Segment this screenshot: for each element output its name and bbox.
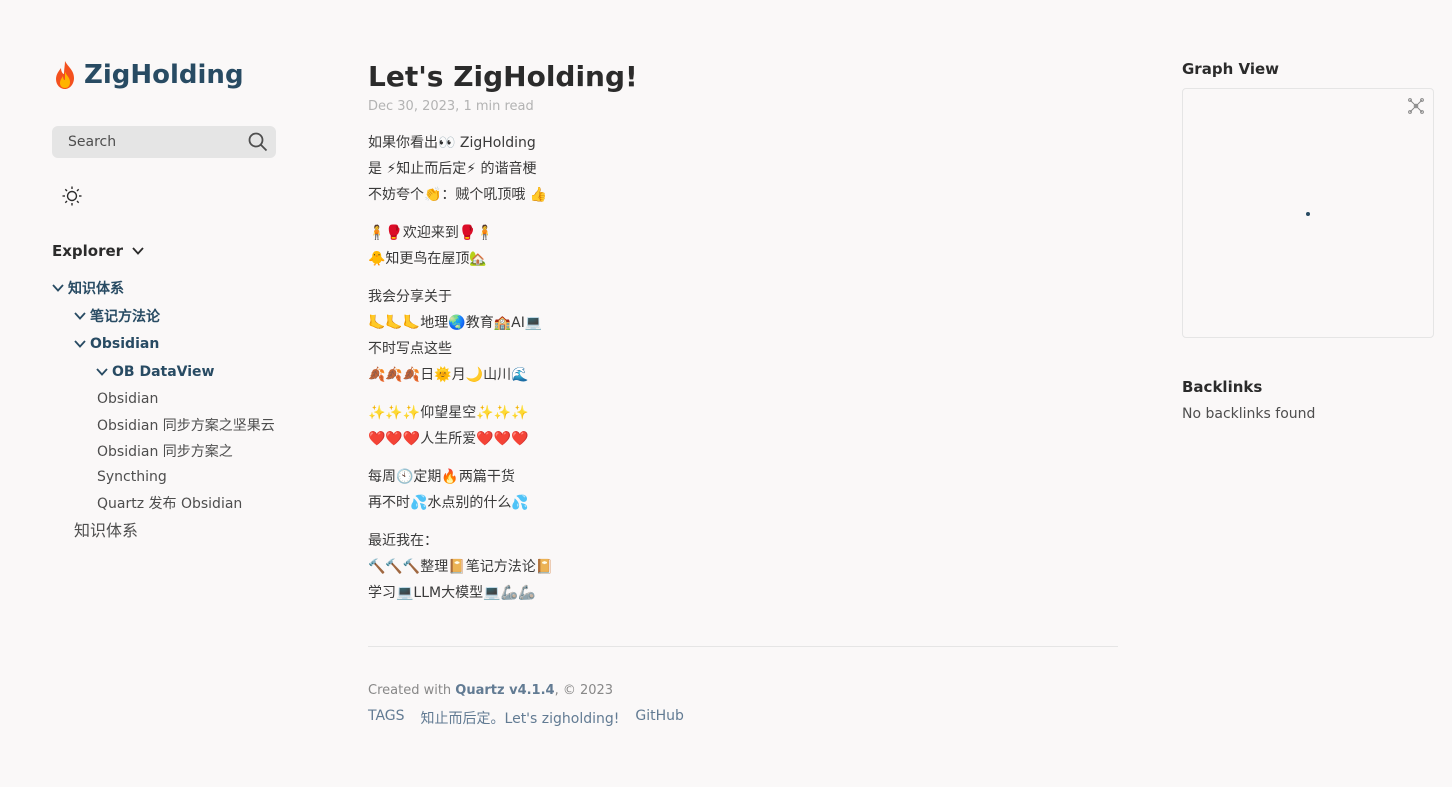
- graph-view[interactable]: [1182, 88, 1434, 338]
- graph-title: Graph View: [1182, 60, 1279, 78]
- paragraph: 🧍🥊欢迎来到🥊🧍 🐥知更鸟在屋顶🏡: [368, 220, 1118, 272]
- text-line: ✨✨✨仰望星空✨✨✨: [368, 405, 529, 421]
- file-link[interactable]: 知识体系: [52, 516, 312, 542]
- fire-icon: [56, 61, 74, 89]
- quartz-link[interactable]: Quartz v4.1.4: [455, 683, 554, 698]
- text-line: 🔨🔨🔨整理📔笔记方法论📔: [368, 559, 554, 575]
- text-line: 每周🕙定期🔥两篇干货: [368, 469, 515, 485]
- text-line: 🦶🦶🦶地理🌏教育🏫AI💻: [368, 315, 543, 331]
- text-line: 🧍🥊欢迎来到🥊🧍: [368, 225, 494, 241]
- file-link[interactable]: Obsidian: [52, 386, 312, 412]
- text-line: 如果你看出👀 ZigHolding: [368, 135, 536, 151]
- paragraph: ✨✨✨仰望星空✨✨✨ ❤️❤️❤️人生所爱❤️❤️❤️: [368, 400, 1118, 452]
- site-title-text[interactable]: ZigHolding: [84, 60, 244, 90]
- site-title[interactable]: ZigHolding: [52, 60, 312, 90]
- text-line: 🐥知更鸟在屋顶🏡: [368, 251, 487, 267]
- file-label: Quartz 发布 Obsidian: [97, 496, 243, 512]
- chevron-down-icon: [132, 247, 144, 255]
- left-sidebar: ZigHolding Search Explorer 知识体系 笔记方法论 Ob…: [52, 60, 312, 542]
- search-button[interactable]: Search: [52, 126, 276, 158]
- footer-links: TAGS 知止而后定。Let's zigholding! GitHub: [368, 708, 1118, 728]
- footer-divider: [368, 646, 1118, 647]
- search-placeholder: Search: [68, 134, 117, 150]
- right-sidebar: Graph View Backlinks No backlinks found: [1182, 60, 1434, 422]
- file-link[interactable]: Quartz 发布 Obsidian: [52, 490, 312, 516]
- file-label: Obsidian 同步方案之坚果云: [97, 418, 275, 434]
- paragraph: 我会分享关于 🦶🦶🦶地理🌏教育🏫AI💻 不时写点这些 🍂🍂🍂日🌞月🌙山川🌊: [368, 284, 1118, 388]
- text-line: 不妨夸个👏：贼个吼顶哦 👍: [368, 187, 548, 203]
- global-graph-icon[interactable]: [1407, 97, 1425, 115]
- file-label: 知识体系: [74, 521, 139, 540]
- search-icon: [248, 132, 268, 152]
- folder-item[interactable]: Obsidian: [52, 330, 312, 358]
- text-line: ❤️❤️❤️人生所爱❤️❤️❤️: [368, 431, 529, 447]
- footer: Created with Quartz v4.1.4, © 2023 TAGS …: [368, 683, 1118, 728]
- text-line: 学习💻LLM大模型💻🦾🦾: [368, 585, 536, 601]
- text-line: 再不时💦水点别的什么💦: [368, 495, 529, 511]
- credit-suffix: , © 2023: [554, 683, 614, 698]
- chevron-down-icon: [96, 368, 108, 376]
- folder-label: OB DataView: [112, 364, 215, 380]
- footer-link-github[interactable]: GitHub: [635, 708, 684, 728]
- folder-item[interactable]: 知识体系: [52, 274, 312, 302]
- text-line: 是 ⚡知止而后定⚡ 的谐音梗: [368, 161, 537, 177]
- footer-credit: Created with Quartz v4.1.4, © 2023: [368, 683, 1118, 698]
- file-label: Syncthing: [97, 469, 167, 485]
- folder-label: 知识体系: [68, 281, 124, 297]
- paragraph: 如果你看出👀 ZigHolding 是 ⚡知止而后定⚡ 的谐音梗 不妨夸个👏：贼…: [368, 130, 1118, 208]
- paragraph: 每周🕙定期🔥两篇干货 再不时💦水点别的什么💦: [368, 464, 1118, 516]
- explorer-title: Explorer: [52, 242, 124, 260]
- chevron-down-icon: [52, 284, 64, 292]
- chevron-down-icon: [74, 312, 86, 320]
- folder-item[interactable]: 笔记方法论: [52, 302, 312, 330]
- text-line: 🍂🍂🍂日🌞月🌙山川🌊: [368, 367, 529, 383]
- file-link[interactable]: Obsidian 同步方案之坚果云: [52, 412, 312, 438]
- explorer-toggle[interactable]: Explorer: [52, 242, 312, 260]
- footer-link-home[interactable]: 知止而后定。Let's zigholding!: [421, 708, 620, 728]
- folder-label: Obsidian: [90, 336, 160, 352]
- text-line: 不时写点这些: [368, 341, 452, 357]
- file-label: Obsidian 同步方案之: [97, 444, 233, 460]
- article: Let's ZigHolding! Dec 30, 2023, 1 min re…: [368, 60, 1118, 728]
- backlinks-title: Backlinks: [1182, 378, 1263, 396]
- credit-prefix: Created with: [368, 683, 456, 698]
- text-line: 我会分享关于: [368, 289, 452, 305]
- text-line: 最近我在：: [368, 533, 438, 549]
- file-link[interactable]: Obsidian 同步方案之: [52, 438, 312, 464]
- sun-icon[interactable]: [62, 186, 82, 206]
- page-title: Let's ZigHolding!: [368, 60, 638, 93]
- backlinks: Backlinks No backlinks found: [1182, 378, 1434, 422]
- folder-label: 笔记方法论: [90, 309, 160, 325]
- footer-link-tags[interactable]: TAGS: [368, 708, 405, 728]
- chevron-down-icon: [74, 340, 86, 348]
- explorer-tree: 知识体系 笔记方法论 Obsidian OB DataView Obsidian…: [52, 274, 312, 542]
- file-label: Obsidian: [97, 391, 159, 407]
- file-link[interactable]: Syncthing: [52, 464, 312, 490]
- backlinks-empty: No backlinks found: [1182, 406, 1316, 422]
- article-content: 如果你看出👀 ZigHolding 是 ⚡知止而后定⚡ 的谐音梗 不妨夸个👏：贼…: [368, 130, 1118, 606]
- paragraph: 最近我在： 🔨🔨🔨整理📔笔记方法论📔 学习💻LLM大模型💻🦾🦾: [368, 528, 1118, 606]
- article-meta: Dec 30, 2023, 1 min read: [368, 99, 534, 114]
- graph-node[interactable]: [1306, 212, 1310, 216]
- folder-item[interactable]: OB DataView: [52, 358, 312, 386]
